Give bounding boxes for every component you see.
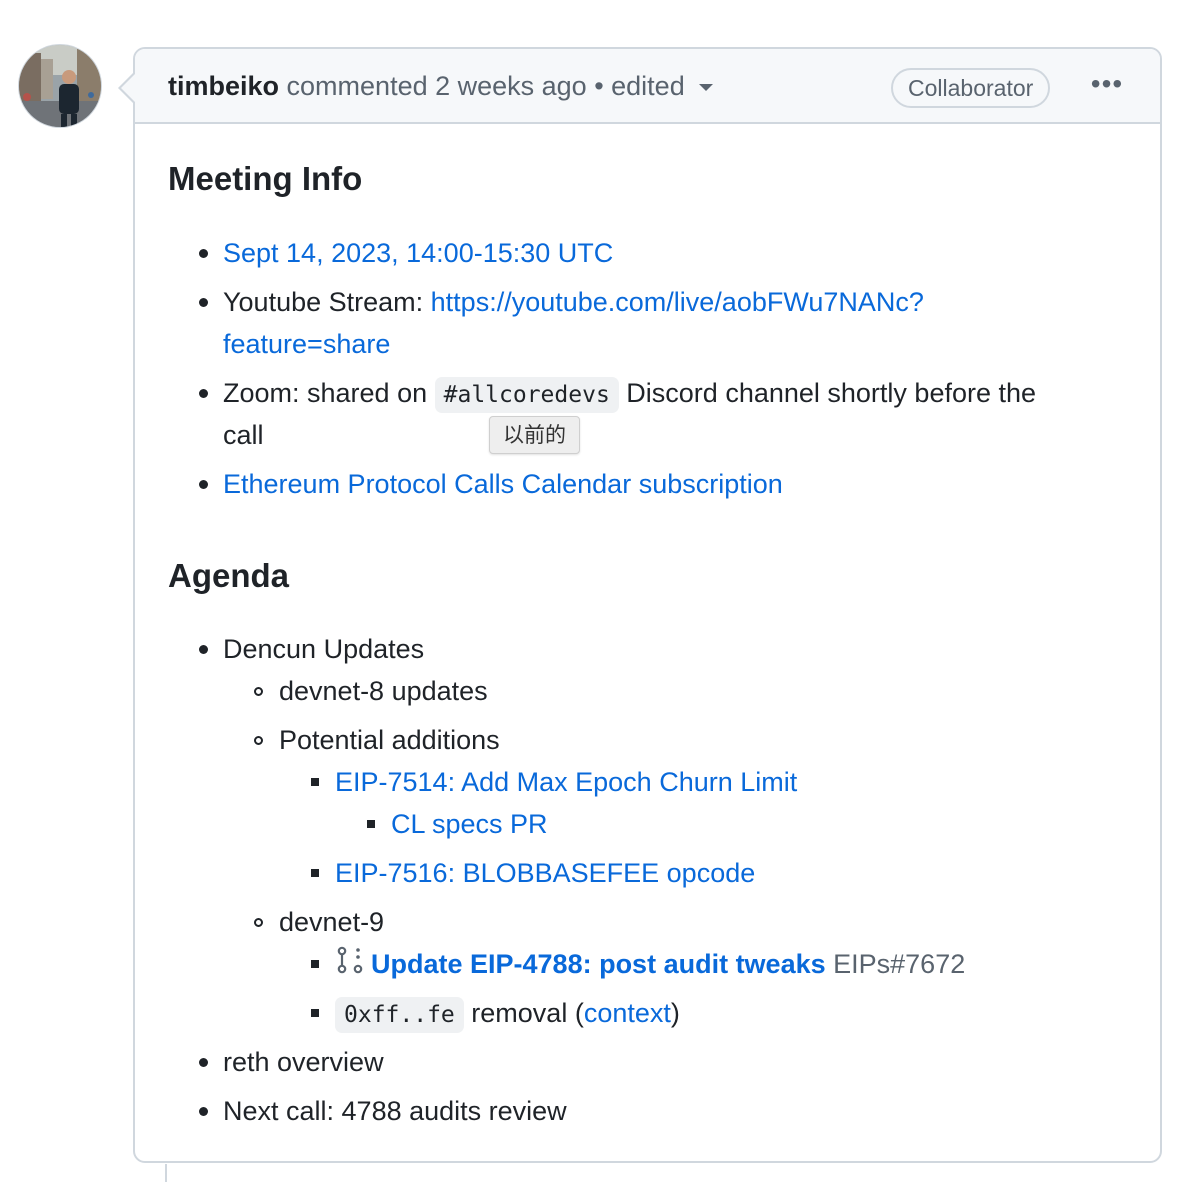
bullet-icon [199, 389, 208, 398]
agenda-item-devnet8: devnet-8 updates [279, 676, 488, 706]
zoom-label: Zoom: shared on [223, 378, 435, 408]
comment-body: Meeting Info Sept 14, 2023, 14:00-15:30 … [135, 49, 1160, 1161]
eip7514-link[interactable]: EIP-7514: Add Max Epoch Churn Limit [335, 767, 797, 797]
timeline-line [165, 1164, 167, 1182]
agenda-heading: Agenda [168, 557, 290, 594]
removal-text: removal ( [463, 998, 584, 1028]
agenda-item-potential: Potential additions [279, 725, 500, 755]
list-item-stream: Youtube Stream: https://youtube.com/live… [223, 281, 924, 323]
comment-pointer-fill [121, 74, 135, 102]
close-paren: ) [670, 998, 680, 1028]
stream-link-continued[interactable]: feature=share [223, 329, 390, 359]
bullet-icon [199, 298, 208, 307]
square-bullet-icon [311, 960, 319, 968]
bullet-icon [199, 249, 208, 258]
meeting-info-heading: Meeting Info [168, 160, 363, 197]
translation-tooltip: 以前的 [489, 416, 580, 454]
meeting-date-link[interactable]: Sept 14, 2023, 14:00-15:30 UTC [223, 238, 613, 268]
stream-link[interactable]: https://youtube.com/live/aobFWu7NANc? [431, 287, 924, 317]
square-bullet-icon [311, 1009, 319, 1017]
zoom-text-continued: call [223, 420, 264, 450]
square-bullet-icon [311, 778, 319, 786]
bullet-icon [199, 480, 208, 489]
pr-reference[interactable]: EIPs#7672 [826, 949, 965, 979]
channel-code: #allcoredevs [434, 377, 619, 413]
square-bullet-icon [311, 869, 319, 877]
eip7516-link[interactable]: EIP-7516: BLOBBASEFEE opcode [335, 858, 755, 888]
circle-bullet-icon [254, 687, 263, 696]
agenda-item-eip7514: EIP-7514: Add Max Epoch Churn Limit [335, 761, 797, 803]
bullet-icon [199, 1058, 208, 1067]
agenda-item-eip7516: EIP-7516: BLOBBASEFEE opcode [335, 852, 755, 894]
bullet-icon [199, 1107, 208, 1116]
cl-specs-link[interactable]: CL specs PR [391, 809, 548, 839]
comment-box: timbeiko commented 2 weeks ago • edited … [133, 47, 1162, 1163]
calendar-link[interactable]: Ethereum Protocol Calls Calendar subscri… [223, 469, 783, 499]
agenda-item-dencun: Dencun Updates [223, 634, 425, 664]
agenda-item-reth: reth overview [223, 1047, 384, 1077]
avatar[interactable] [19, 45, 101, 127]
bullet-icon [199, 645, 208, 654]
list-item-stream-cont: feature=share [223, 323, 390, 365]
list-item-date: Sept 14, 2023, 14:00-15:30 UTC [223, 232, 613, 274]
draft-pull-request-icon [335, 945, 365, 987]
list-item-calendar: Ethereum Protocol Calls Calendar subscri… [223, 463, 783, 505]
zoom-text: Discord channel shortly before the [618, 378, 1037, 408]
list-item-zoom: Zoom: shared on #allcoredevs Discord cha… [223, 372, 1036, 416]
context-link[interactable]: context [584, 998, 671, 1028]
circle-bullet-icon [254, 918, 263, 927]
agenda-item-next-call: Next call: 4788 audits review [223, 1096, 567, 1126]
agenda-item-pr: Update EIP-4788: post audit tweaks EIPs#… [335, 943, 965, 987]
list-item-zoom-cont: call [223, 414, 264, 456]
circle-bullet-icon [254, 736, 263, 745]
agenda-item-ff: 0xff..fe removal (context) [335, 992, 680, 1036]
stream-label: Youtube Stream: [223, 287, 431, 317]
agenda-item-cl-specs: CL specs PR [391, 803, 548, 845]
address-code: 0xff..fe [335, 997, 464, 1033]
square-bullet-icon [367, 820, 375, 828]
pr-title-link[interactable]: Update EIP-4788: post audit tweaks [371, 949, 826, 979]
agenda-item-devnet9: devnet-9 [279, 907, 385, 937]
